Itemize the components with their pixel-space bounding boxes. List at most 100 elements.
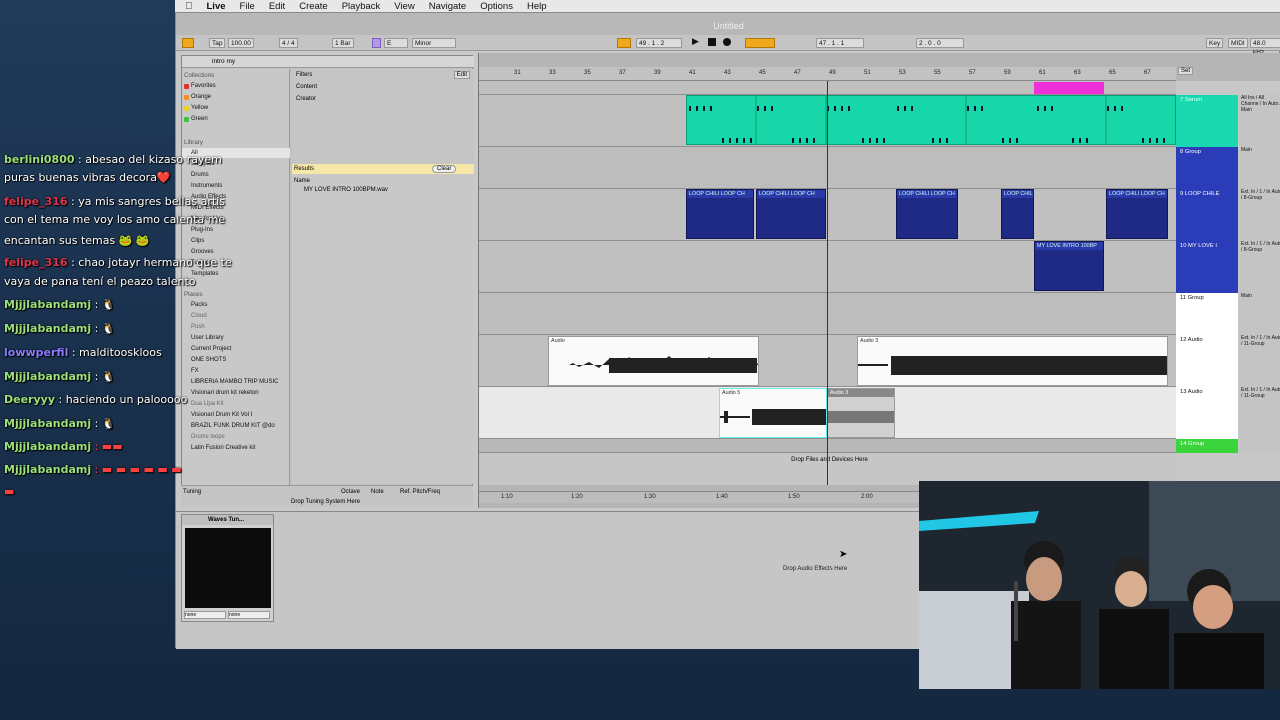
track-io[interactable]: Ext. In / 1 / In Auto / 8-Group — [1239, 189, 1280, 241]
loop-clip-4[interactable]: LOOP CHILI — [1001, 189, 1034, 239]
menu-help[interactable]: Help — [527, 1, 547, 12]
loop-clip-2[interactable]: LOOP CHILI LOOP CH — [756, 189, 826, 239]
quantize-select[interactable]: 1 Bar — [332, 38, 354, 48]
magenta-clip[interactable] — [1034, 82, 1104, 94]
apple-icon[interactable]:  — [185, 1, 193, 12]
track-io[interactable]: Main — [1239, 293, 1280, 335]
menu-options[interactable]: Options — [480, 1, 513, 12]
chat-line: lowwperfil : malditooskloos — [4, 346, 162, 359]
track-header[interactable]: 11 Group — [1176, 293, 1238, 335]
tempo-field[interactable]: 100.00 — [228, 38, 254, 48]
sidechain-select-1[interactable]: none — [184, 611, 226, 619]
menu-file[interactable]: File — [240, 1, 255, 12]
waveform — [549, 356, 758, 373]
tuning-panel: Tuning Octave Note Ref. Pitch/Freq Drop … — [181, 485, 473, 507]
midi-notes — [689, 96, 1165, 144]
record-icon[interactable] — [723, 38, 731, 46]
track-header[interactable]: 7 Serum — [1176, 95, 1238, 147]
menu-playback[interactable]: Playback — [342, 1, 381, 12]
loop-clip-1[interactable]: LOOP CHILI LOOP CH — [686, 189, 754, 239]
track-io[interactable]: Ext. In / 1 / In Auto / 11-Group — [1239, 335, 1280, 387]
ref-pitch-label: Ref. Pitch/Freq — [400, 489, 441, 495]
track-header[interactable]: 9 LOOP CHILE — [1176, 189, 1238, 241]
track-io[interactable]: All Ins / All Channe / In Auto / Main — [1239, 95, 1280, 147]
menu-bar:  Live File Edit Create Playback View Na… — [175, 0, 1280, 12]
collection-favorites[interactable]: Favorites — [184, 83, 216, 89]
waves-tune-device[interactable]: Waves Tun... none none — [181, 514, 274, 622]
sidechain-select-2[interactable]: none — [228, 611, 270, 619]
midi-clip-serum[interactable] — [686, 95, 1176, 145]
loop-clip-3[interactable]: LOOP CHILI LOOP CH — [896, 189, 958, 239]
audio-clip-3[interactable]: Audio 3 — [857, 336, 1168, 386]
track-headers: Set 7 Serum All Ins / All Channe / In Aut… — [1176, 67, 1280, 485]
chat-line: felipe_316 : ya mis sangres bellas artis — [4, 195, 225, 208]
playhead[interactable] — [827, 81, 828, 485]
audio-clip-3b[interactable]: Audio 3 — [827, 388, 895, 438]
control-bar: Tap 100.00 4 / 4 1 Bar E Minor 49 . 1 . … — [176, 35, 1280, 56]
chat-line: felipe_316 : chao jotayr hermano que te — [4, 256, 232, 269]
track-io[interactable]: Ext. In / 1 / In Auto / 8-Group — [1239, 241, 1280, 293]
place-libreria[interactable]: LIBRERIA MAMBO TRIP MUSIC — [191, 379, 278, 385]
track-header[interactable]: 13 Audio — [1176, 387, 1238, 439]
tracks-area: LOOP CHILI LOOP CH LOOP CHILI LOOP CH LO… — [479, 81, 1176, 485]
green-tag-icon — [184, 117, 189, 122]
set-button[interactable]: Set — [1178, 67, 1194, 75]
collection-orange[interactable]: Orange — [184, 94, 211, 100]
menu-edit[interactable]: Edit — [269, 1, 285, 12]
collection-yellow[interactable]: Yellow — [184, 105, 208, 111]
play-icon[interactable]: ▶ — [692, 36, 699, 47]
audio-clip-5[interactable]: Audio 5 — [719, 388, 827, 438]
key-map-button[interactable]: Key — [1206, 38, 1224, 48]
collection-green[interactable]: Green — [184, 116, 208, 122]
drop-tuning-text[interactable]: Drop Tuning System Here — [291, 499, 360, 505]
device-title[interactable]: Waves Tun... — [182, 515, 273, 525]
loop-clip-5[interactable]: LOOP CHILI LOOP CH — [1106, 189, 1168, 239]
scale-mode-icon[interactable] — [372, 38, 381, 48]
chat-line: vaya de pana tení el peazo talento — [4, 275, 196, 288]
clip-label: MY LOVE INTRO 100BP — [1035, 242, 1103, 250]
name-column-header[interactable]: Name — [294, 178, 310, 184]
link-icon[interactable] — [182, 38, 194, 48]
time-signature[interactable]: 4 / 4 — [279, 38, 298, 48]
menu-live[interactable]: Live — [207, 1, 226, 12]
menu-create[interactable]: Create — [299, 1, 328, 12]
chat-line: puras buenas vibras decora❤️ — [4, 171, 171, 184]
intro-clip[interactable]: MY LOVE INTRO 100BP — [1034, 241, 1104, 291]
red-tag-icon — [184, 84, 189, 89]
stop-icon[interactable] — [708, 38, 716, 46]
track-io[interactable]: Ext. In / 1 / In Auto / 11-Group — [1239, 387, 1280, 439]
menu-view[interactable]: View — [394, 1, 414, 12]
content-filter[interactable]: Content — [296, 84, 317, 90]
note-label: Note — [371, 489, 384, 495]
waveform — [858, 356, 1167, 375]
menu-navigate[interactable]: Navigate — [429, 1, 467, 12]
result-file[interactable]: MY LOVE INTRO 100BPM.wav — [304, 187, 388, 193]
clear-button[interactable]: Clear — [432, 165, 457, 173]
scale-select[interactable]: Minor — [412, 38, 456, 48]
browser-search[interactable]: intro my — [182, 56, 474, 68]
loop-start[interactable]: 47 . 1 . 1 — [816, 38, 864, 48]
creator-filter[interactable]: Creator — [296, 96, 316, 102]
track-header[interactable]: 8 Group — [1176, 147, 1238, 189]
automation-icons[interactable] — [745, 38, 775, 48]
track-header[interactable]: 10 MY LOVE I — [1176, 241, 1238, 293]
audio-clip-1[interactable]: Audio — [548, 336, 759, 386]
filters-label[interactable]: Filters — [296, 72, 312, 78]
song-position[interactable]: 49 . 1 . 2 — [636, 38, 682, 48]
chat-line: berlini0800 : abesao del kizaso rayem — [4, 153, 222, 166]
edit-button[interactable]: Edit — [453, 71, 470, 79]
track-header[interactable]: 14 Group — [1176, 439, 1238, 453]
track-header[interactable]: 12 Audio — [1176, 335, 1238, 387]
drop-effects-text[interactable]: Drop Audio Effects Here — [783, 566, 847, 572]
key-select[interactable]: E — [384, 38, 408, 48]
beat-ruler[interactable]: 31 33 35 37 39 41 43 45 47 49 51 53 55 5… — [479, 67, 1176, 81]
midi-map-button[interactable]: MIDI — [1228, 38, 1248, 48]
window-title: Untitled — [176, 13, 1280, 37]
loop-length[interactable]: 2 . 0 . 0 — [916, 38, 964, 48]
track-io[interactable]: Main — [1239, 147, 1280, 189]
follow-icon[interactable] — [617, 38, 631, 48]
time-120: 1:20 — [571, 494, 583, 500]
track-io[interactable] — [1239, 439, 1280, 453]
tap-button[interactable]: Tap — [209, 38, 226, 48]
clip-label: Audio 3 — [860, 338, 879, 344]
